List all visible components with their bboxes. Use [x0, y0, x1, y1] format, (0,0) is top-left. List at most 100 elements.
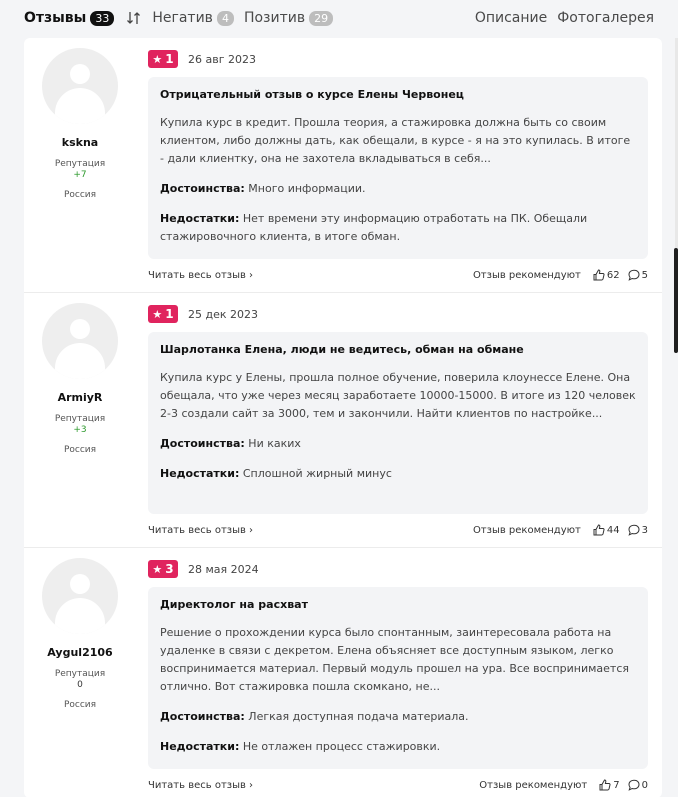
cons-text: Не отлажен процесс стажировки. — [242, 740, 441, 753]
comment-icon — [628, 779, 640, 791]
rating-badge: ★ 1 — [148, 50, 178, 68]
author-nickname[interactable]: ArmiyR — [42, 391, 118, 404]
star-icon: ★ — [152, 52, 163, 66]
cons-text: Сплошной жирный минус — [242, 467, 392, 480]
avatar[interactable] — [42, 558, 118, 634]
review-date: 26 авг 2023 — [188, 52, 256, 66]
author-country: Россия — [63, 700, 97, 710]
review-author: kskna Репутация +7 Россия — [42, 48, 118, 200]
pros-label: Достоинства: — [160, 710, 245, 723]
review-author: Aygul2106 Репутация 0 Россия — [42, 558, 118, 710]
reputation-label: Репутация — [54, 669, 106, 679]
author-nickname[interactable]: Aygul2106 — [42, 646, 118, 659]
tab-description[interactable]: Описание — [475, 10, 547, 26]
tab-negative-count: 4 — [216, 10, 234, 26]
tab-reviews[interactable]: Отзывы 33 — [24, 10, 115, 26]
tab-positive[interactable]: Позитив 29 — [243, 10, 334, 26]
recommend-label: Отзыв рекомендуют — [472, 524, 581, 536]
reputation-value: 0 — [77, 680, 83, 690]
tab-positive-count: 29 — [309, 10, 334, 26]
review-cons: Недостатки: Нет времени эту информацию о… — [160, 210, 636, 246]
reviews-tabs-bar: Отзывы 33 Негатив 4 Позитив 29 Описание … — [0, 0, 678, 36]
review-cons: Недостатки: Не отлажен процесс стажировк… — [160, 738, 636, 756]
thumbs-up-icon — [599, 779, 611, 791]
review-cons: Недостатки: Сплошной жирный минус — [160, 465, 636, 483]
like-button[interactable]: 44 — [593, 524, 620, 536]
sort-icon[interactable] — [126, 10, 142, 26]
reputation-label: Репутация — [54, 159, 106, 169]
like-count: 7 — [613, 779, 620, 791]
review-text: Купила курс у Елены, прошла полное обуче… — [160, 371, 636, 420]
recommend-label: Отзыв рекомендуют — [472, 269, 581, 281]
review-author: ArmiyR Репутация +3 Россия — [42, 303, 118, 455]
avatar[interactable] — [42, 48, 118, 124]
pros-label: Достоинства: — [160, 437, 245, 450]
rating-value: 1 — [165, 307, 174, 321]
review-title[interactable]: Отрицательный отзыв о курсе Елены Червон… — [160, 88, 636, 101]
comment-icon — [628, 269, 640, 281]
thumbs-up-icon — [593, 269, 605, 281]
review-pros: Достоинства: Легкая доступная подача мат… — [160, 708, 636, 726]
review-footer: Читать весь отзыв › Отзыв рекомендуют 7 … — [148, 777, 648, 793]
review-card: kskna Репутация +7 Россия ★ 1 26 авг 202… — [24, 38, 662, 293]
thumbs-up-icon — [593, 524, 605, 536]
comments-button[interactable]: 5 — [628, 269, 648, 281]
review-card: Aygul2106 Репутация 0 Россия ★ 3 28 мая … — [24, 548, 662, 797]
review-footer: Читать весь отзыв › Отзыв рекомендуют 44… — [148, 522, 648, 538]
comment-count: 3 — [641, 524, 648, 536]
review-footer: Читать весь отзыв › Отзыв рекомендуют 62… — [148, 267, 648, 283]
read-more-link[interactable]: Читать весь отзыв › — [148, 780, 253, 791]
author-country: Россия — [63, 190, 97, 200]
recommend-label: Отзыв рекомендуют — [479, 779, 588, 791]
author-country: Россия — [63, 445, 97, 455]
review-text: Решение о прохождении курса было спонтан… — [160, 626, 629, 693]
scrollbar-thumb[interactable] — [674, 248, 678, 353]
tab-description-label: Описание — [474, 10, 548, 26]
tab-negative-label: Негатив — [152, 10, 213, 26]
cons-label: Недостатки: — [160, 740, 240, 753]
review-card: ArmiyR Репутация +3 Россия ★ 1 25 дек 20… — [24, 293, 662, 548]
rating-value: 1 — [165, 52, 174, 66]
review-body[interactable]: Отрицательный отзыв о курсе Елены Червон… — [148, 77, 648, 259]
star-icon: ★ — [152, 307, 163, 321]
read-more-link[interactable]: Читать весь отзыв › — [148, 270, 253, 281]
review-content: ★ 1 26 авг 2023 Отрицательный отзыв о ку… — [148, 50, 648, 283]
rating-badge: ★ 3 — [148, 560, 178, 578]
review-pros: Достоинства: Много информации. — [160, 180, 636, 198]
review-body[interactable]: Директолог на расхват Решение о прохожде… — [148, 587, 648, 769]
tab-reviews-label: Отзывы — [24, 10, 87, 26]
comment-count: 0 — [641, 779, 648, 791]
reviews-list: kskna Репутация +7 Россия ★ 1 26 авг 202… — [24, 38, 662, 797]
like-count: 44 — [606, 524, 620, 536]
cons-label: Недостатки: — [160, 212, 240, 225]
read-more-link[interactable]: Читать весь отзыв › — [148, 525, 253, 536]
pros-text: Легкая доступная подача материала. — [248, 710, 469, 723]
review-pros: Достоинства: Ни каких — [160, 435, 636, 453]
avatar[interactable] — [42, 303, 118, 379]
comments-button[interactable]: 3 — [628, 524, 648, 536]
rating-value: 3 — [165, 562, 174, 576]
tab-positive-label: Позитив — [243, 10, 306, 26]
pros-text: Ни каких — [248, 437, 301, 450]
reputation-value: +3 — [73, 425, 87, 435]
review-title[interactable]: Директолог на расхват — [160, 598, 636, 611]
star-icon: ★ — [152, 562, 163, 576]
tab-gallery-label: Фотогалерея — [557, 10, 654, 26]
review-content: ★ 3 28 мая 2024 Директолог на расхват Ре… — [148, 560, 648, 793]
like-button[interactable]: 7 — [599, 779, 620, 791]
review-title[interactable]: Шарлотанка Елена, люди не ведитесь, обма… — [160, 343, 636, 356]
like-button[interactable]: 62 — [593, 269, 620, 281]
review-body[interactable]: Шарлотанка Елена, люди не ведитесь, обма… — [148, 332, 648, 514]
review-content: ★ 1 25 дек 2023 Шарлотанка Елена, люди н… — [148, 305, 648, 538]
review-date: 25 дек 2023 — [188, 307, 259, 321]
rating-badge: ★ 1 — [148, 305, 178, 323]
tab-reviews-count: 33 — [90, 10, 115, 26]
comments-button[interactable]: 0 — [628, 779, 648, 791]
review-date: 28 мая 2024 — [188, 562, 259, 576]
tab-negative[interactable]: Негатив 4 — [152, 10, 234, 26]
review-text: Купила курс в кредит. Прошла теория, а с… — [160, 116, 631, 165]
pros-text: Много информации. — [248, 182, 366, 195]
tab-gallery[interactable]: Фотогалерея — [557, 10, 654, 26]
author-nickname[interactable]: kskna — [42, 136, 118, 149]
pros-label: Достоинства: — [160, 182, 245, 195]
